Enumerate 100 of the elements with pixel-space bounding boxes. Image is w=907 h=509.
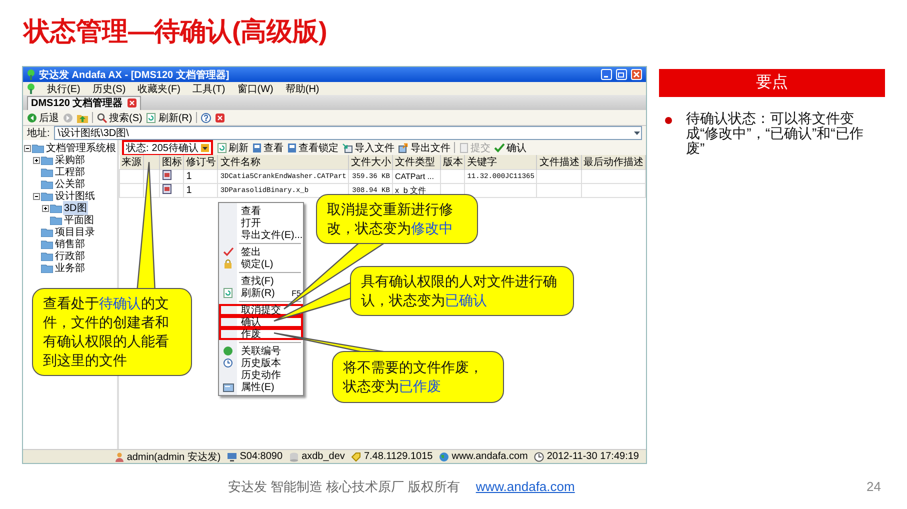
tree-item[interactable]: 文档管理系统根 <box>45 141 117 155</box>
tree-item[interactable]: 3D图 <box>63 201 88 215</box>
toolbar-button[interactable]: 刷新 <box>217 140 248 154</box>
address-field[interactable]: \设计图纸\3D图\ <box>54 126 642 140</box>
folder-icon <box>41 227 53 237</box>
document-icon <box>459 142 470 152</box>
back-button[interactable]: 后退 <box>27 110 59 124</box>
search-icon <box>97 112 107 122</box>
bullet-icon <box>665 117 672 124</box>
folder-icon <box>41 179 53 189</box>
import-icon <box>342 142 354 152</box>
column-header[interactable]: 文件名称 <box>218 155 348 170</box>
dropdown-arrow-icon <box>633 129 641 137</box>
menu-item[interactable]: 导出文件(E)... <box>219 229 303 241</box>
tree-item[interactable]: 采购部 <box>54 153 86 167</box>
menu-item[interactable]: 历史(S) <box>92 82 126 96</box>
close-icon <box>126 98 137 108</box>
column-header[interactable]: 修订号 <box>184 155 218 170</box>
help-icon <box>201 112 212 122</box>
menu-item[interactable]: 工具(T) <box>192 82 226 96</box>
folder-icon <box>41 167 53 177</box>
tree-item[interactable]: 公关部 <box>54 177 86 191</box>
close-button[interactable] <box>631 69 642 80</box>
tree-item[interactable]: 项目目录 <box>54 225 96 239</box>
menu-item[interactable]: 窗口(W) <box>237 82 274 96</box>
check-icon <box>494 142 506 152</box>
history-icon <box>223 358 233 368</box>
table-cell: 1 <box>184 170 218 184</box>
menu-item[interactable]: 查看 <box>219 205 303 217</box>
collapse-icon[interactable] <box>33 192 40 200</box>
tab[interactable]: DMS120 文档管理器 <box>27 96 141 110</box>
status-dropdown[interactable]: 状态: 205待确认 <box>122 140 214 156</box>
website-link[interactable]: www.andafa.com <box>476 479 575 494</box>
window-title: 安达发 Andafa AX - [DMS120 文档管理器] <box>39 68 230 82</box>
circle-icon <box>223 346 233 356</box>
app-icon <box>27 83 35 94</box>
refresh-icon <box>223 288 233 298</box>
column-header[interactable]: 文件类型 <box>392 155 441 170</box>
expand-icon[interactable] <box>33 156 40 164</box>
close-icon <box>632 70 641 79</box>
minimize-button[interactable] <box>601 69 612 80</box>
toolbar-button[interactable]: 导出文件 <box>398 140 450 154</box>
user-icon <box>114 452 124 462</box>
toolbar-button[interactable]: 查看锁定 <box>287 140 338 154</box>
page-number: 24 <box>866 479 881 494</box>
column-header[interactable]: 最后动作描述 <box>581 155 646 170</box>
menu-item[interactable]: 历史动作 <box>219 369 303 381</box>
column-header[interactable]: 文件大小 <box>348 155 392 170</box>
menu-item[interactable]: 执行(E) <box>47 82 80 96</box>
toolbar-button[interactable]: 查看 <box>252 140 284 154</box>
column-header[interactable]: 关键字 <box>464 155 537 170</box>
restore-button[interactable] <box>616 69 627 80</box>
tree-item[interactable]: 销售部 <box>54 237 86 251</box>
folder-up-icon <box>77 112 88 122</box>
restore-icon <box>617 70 626 79</box>
folder-icon <box>41 251 53 261</box>
key-points-heading: 要点 <box>659 69 885 97</box>
tree-item[interactable]: 设计图纸 <box>54 189 96 203</box>
menu-item[interactable]: 签出 <box>219 246 303 258</box>
menu-item[interactable]: 查找(F) <box>219 275 303 287</box>
callout: 取消提交重新进行修改，状态变为修改中 <box>316 194 478 244</box>
menu-item[interactable]: 属性(E) <box>219 381 303 393</box>
dropdown-arrow-icon <box>201 144 210 152</box>
stop-icon <box>215 112 226 122</box>
menu-item[interactable]: 历史版本 <box>219 357 303 369</box>
status-text: 2012-11-30 17:49:19 <box>546 451 639 462</box>
app-icon <box>27 69 35 80</box>
folder-icon <box>32 143 44 153</box>
menu-item[interactable]: 打开 <box>219 217 303 229</box>
monitor-icon <box>226 452 237 462</box>
document-icon <box>287 142 298 152</box>
callout: 查看处于待确认的文件，文件的创建者和有确认权限的人能看到这里的文件 <box>32 288 192 376</box>
back-icon <box>27 112 37 122</box>
toolbar-button[interactable]: 刷新(R) <box>146 110 192 124</box>
menu-item[interactable]: 作废 <box>219 328 303 340</box>
tree-item[interactable]: 工程部 <box>54 165 86 179</box>
toolbar-button[interactable]: 搜索(S) <box>97 110 142 124</box>
globe-icon <box>438 452 449 462</box>
menu-item[interactable]: 锁定(L) <box>219 258 303 270</box>
key-point-text: 待确认状态：可以将文件变成“修改中”，“已确认”和“已作废” <box>686 111 864 156</box>
status-text: S04:8090 <box>240 451 283 462</box>
column-header[interactable]: 来源 <box>120 155 144 170</box>
tree-item[interactable]: 平面图 <box>63 213 95 227</box>
menu-item[interactable]: 帮助(H) <box>285 82 320 96</box>
tree-item[interactable]: 行政部 <box>54 249 86 263</box>
status-text: 7.48.1129.1015 <box>364 451 433 462</box>
status-text: www.andafa.com <box>452 451 528 462</box>
menu-item[interactable]: 收藏夹(F) <box>138 82 180 96</box>
lock-icon <box>223 259 233 269</box>
collapse-icon[interactable] <box>24 144 31 152</box>
tag-icon <box>350 452 361 462</box>
expand-icon[interactable] <box>42 204 49 212</box>
toolbar-button[interactable]: 确认 <box>494 140 526 154</box>
status-text: axdb_dev <box>302 451 345 462</box>
column-header[interactable]: 文件描述 <box>536 155 582 170</box>
menu-item[interactable]: 关联编号 <box>219 345 303 357</box>
toolbar-button[interactable]: 导入文件 <box>342 140 394 154</box>
tree-item[interactable]: 业务部 <box>54 261 86 275</box>
folder-icon <box>41 239 53 249</box>
properties-icon <box>223 382 234 392</box>
